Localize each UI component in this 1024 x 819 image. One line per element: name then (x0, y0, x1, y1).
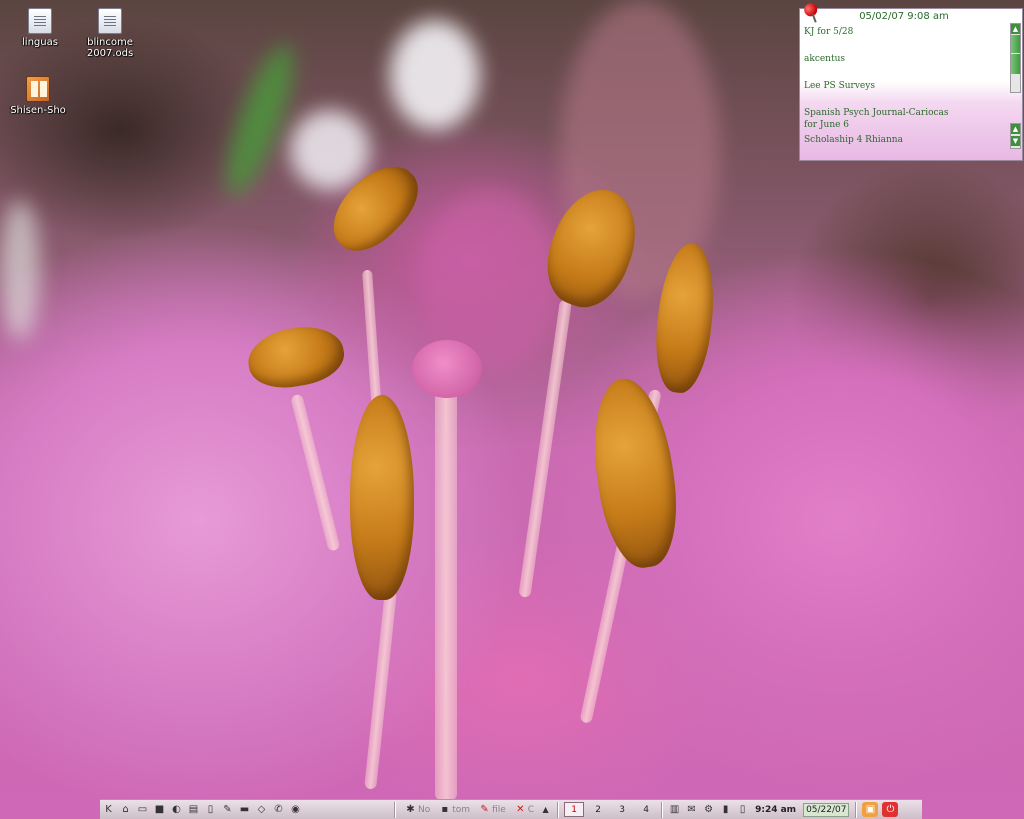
wallpaper-highlight (0, 200, 40, 340)
wallpaper-stigma (412, 340, 482, 398)
taskbar: K ⌂ ▭ ■ ◐ ▤ ▯ ✎ ▬ ◇ ✆ ◉ ✱ No ▪ tom ✎ fil… (100, 799, 922, 819)
desktop-switch-2[interactable]: 2 (588, 802, 608, 817)
clock-date[interactable]: 05/22/07 (803, 802, 850, 817)
note-scrollbar-bottom[interactable]: ▲ ▼ (1010, 123, 1021, 149)
taskbar-separator (661, 801, 664, 818)
k-menu-icon[interactable]: K (102, 803, 115, 816)
note-line: Lee PS Surveys (804, 81, 875, 91)
task-label: C (527, 804, 535, 815)
logout-icon[interactable]: ⏻ (882, 802, 899, 817)
clock-time[interactable]: 9:24 am (755, 805, 796, 815)
desktop-icon-shisen-sho[interactable]: Shisen-Sho (2, 76, 74, 116)
wallpaper-filament (290, 393, 341, 552)
note-text-area[interactable]: KJ for 5/28 akcentus Lee PS Surveys Span… (804, 26, 1004, 161)
document-icon[interactable]: ▯ (204, 803, 217, 816)
taskbar-separator (855, 801, 858, 818)
terminal-icon[interactable]: ■ (153, 803, 166, 816)
scroll-up-icon[interactable]: ▲ (1011, 124, 1020, 134)
desktop-icon-linguas[interactable]: linguas (4, 8, 76, 48)
game-icon (26, 76, 50, 102)
taskbar-separator (394, 801, 396, 818)
task-button[interactable]: ✕ C (512, 803, 534, 816)
desktop-wallpaper: linguas blincome2007.ods Shisen-Sho 05/0… (0, 0, 1024, 819)
wallpaper-highlight (390, 20, 480, 130)
terminal-icon: ▪ (441, 804, 449, 815)
sticky-note-widget[interactable]: 05/02/07 9:08 am KJ for 5/28 akcentus Le… (799, 8, 1023, 161)
note-line: KJ for 5/28 (804, 27, 854, 37)
battery-icon[interactable]: ▯ (736, 803, 749, 816)
desktop-switch-3[interactable]: 3 (612, 802, 632, 817)
wallpaper-highlight (290, 110, 370, 190)
note-date: 05/02/07 9:08 am (859, 11, 949, 22)
network-icon[interactable]: ◉ (289, 803, 302, 816)
wallpaper-pistil-style (435, 380, 457, 800)
wallpaper-filament (364, 589, 397, 790)
presentation-icon[interactable]: ▬ (238, 803, 251, 816)
usb-icon[interactable]: ▮ (719, 803, 732, 816)
task-label: tom (452, 804, 471, 815)
wallpaper-leaf (213, 37, 307, 203)
file-icon: ✎ (480, 804, 489, 815)
text-editor-icon[interactable]: ▤ (187, 803, 200, 816)
close-app-icon: ✕ (516, 804, 525, 815)
document-icon (28, 8, 52, 34)
desktop-icon-label: linguas (22, 37, 58, 48)
task-button[interactable]: ✱ No (402, 803, 430, 816)
kopete-icon[interactable]: ✆ (272, 803, 285, 816)
scroll-down-icon[interactable]: ▼ (1011, 136, 1020, 146)
task-button[interactable]: ✎ file (476, 803, 506, 816)
scrollbar-thumb[interactable] (1011, 35, 1020, 53)
task-button[interactable]: ▪ tom (436, 803, 470, 816)
taskbar-separator (557, 801, 560, 818)
note-icon[interactable]: ◇ (255, 803, 268, 816)
wallpaper-anther (350, 395, 414, 600)
desktop-icon-blincome[interactable]: blincome2007.ods (74, 8, 146, 59)
scrollbar-thumb[interactable] (1011, 54, 1020, 74)
note-line: akcentus (804, 54, 846, 64)
scroll-up-icon[interactable]: ▲ (1011, 24, 1020, 34)
wallpaper-anther (584, 373, 686, 573)
desktop-switch-1[interactable]: 1 (564, 802, 585, 817)
konqueror-icon[interactable]: ◐ (170, 803, 183, 816)
clipboard-icon[interactable]: ▥ (668, 803, 681, 816)
desktop-icon-label: blincome2007.ods (86, 37, 134, 59)
task-list-arrow-icon[interactable]: ▲ (539, 803, 552, 816)
folder-icon[interactable]: ▭ (136, 803, 149, 816)
note-line: Scholaship 4 Rhianna (804, 135, 903, 145)
wallpaper-anther (243, 320, 349, 394)
lock-icon[interactable]: ▣ (862, 802, 879, 817)
note-scrollbar-top[interactable]: ▲ (1010, 23, 1021, 93)
network-tray-icon[interactable]: ⚙ (702, 803, 715, 816)
task-label: No (418, 804, 431, 815)
app-icon: ✱ (406, 804, 415, 815)
note-line: Spanish Psych Journal-Cariocas for June … (804, 108, 949, 130)
desktop-switch-4[interactable]: 4 (636, 802, 656, 817)
mail-icon[interactable]: ✉ (685, 803, 698, 816)
writer-icon[interactable]: ✎ (221, 803, 234, 816)
task-label: file (492, 804, 506, 815)
spreadsheet-icon (98, 8, 122, 34)
desktop-icon-label: Shisen-Sho (10, 105, 66, 116)
home-icon[interactable]: ⌂ (119, 803, 132, 816)
